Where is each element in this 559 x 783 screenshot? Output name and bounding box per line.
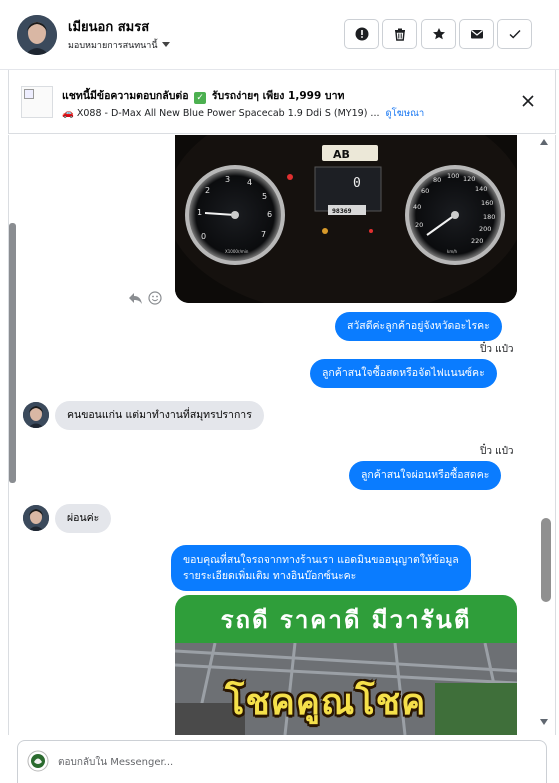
green-check-icon: ✓ (194, 92, 207, 104)
outgoing-message[interactable]: ลูกค้าสนใจซื้อสดหรือจัดไฟแนนซ์คะ (310, 359, 497, 388)
trash-icon (394, 28, 405, 41)
sender-name: ปิ๋ว แป๋ว (480, 446, 514, 457)
svg-text:100: 100 (447, 172, 459, 180)
svg-text:4: 4 (247, 178, 252, 187)
view-ad-link[interactable]: ดูโฆษณา (386, 108, 425, 119)
contact-avatar-small (23, 505, 49, 531)
svg-text:0: 0 (201, 232, 206, 241)
promo-headline: รถดี ราคาดี มีวารันตี (175, 595, 517, 643)
svg-text:120: 120 (463, 175, 475, 183)
scroll-up-arrow[interactable] (540, 139, 548, 145)
svg-text:200: 200 (479, 225, 491, 233)
promo-image-message[interactable]: รถดี ราคาดี มีวารันตี โชคคูณโชค (175, 595, 517, 735)
message-composer (17, 740, 547, 783)
dashboard-photo-message[interactable]: 0 1 2 3 4 5 6 7 X1000r/min 20 40 60 80 100 120 14… (175, 135, 517, 303)
mark-unread-button[interactable] (459, 19, 494, 49)
svg-text:7: 7 (261, 230, 266, 239)
assign-label: มอบหมายการสนทนานี้ (68, 41, 158, 51)
svg-text:3: 3 (225, 175, 230, 184)
ad-title-text: แชทนี้มีข้อความตอบกลับต่อ (62, 90, 189, 102)
dashboard-odometer: 98369 (332, 207, 352, 215)
svg-text:40: 40 (413, 203, 421, 211)
star-button[interactable] (421, 19, 456, 49)
incoming-message[interactable]: ผ่อนค่ะ (55, 504, 112, 533)
emoji-react-icon[interactable] (148, 291, 162, 305)
ad-title-offer: รับรถง่ายๆ เพียง 1,999 บาท (211, 90, 345, 102)
svg-text:180: 180 (483, 213, 495, 221)
outgoing-message[interactable]: ขอบคุณที่สนใจรถจากทางร้านเรา แอดมินขออนุ… (171, 545, 471, 591)
ad-subtitle: 🚗 X088 - D-Max All New Blue Power Spaceca… (62, 106, 424, 121)
outgoing-message[interactable]: ลูกค้าสนใจผ่อนหรือซื้อสดคะ (349, 461, 502, 490)
check-icon (509, 30, 521, 39)
ad-title: แชทนี้มีข้อความตอบกลับต่อ ✓ รับรถง่ายๆ เ… (62, 87, 344, 104)
page-logo-icon (27, 750, 49, 772)
mail-icon (470, 30, 483, 39)
mark-done-button[interactable] (497, 19, 532, 49)
svg-text:5: 5 (262, 192, 267, 201)
incoming-message[interactable]: คนขอนแก่น แต่มาทำงานที่สมุทรปราการ (55, 401, 264, 430)
left-scroll-indicator (9, 223, 16, 483)
ad-context-banner: แชทนี้มีข้อความตอบกลับต่อ ✓ รับรถง่ายๆ เ… (8, 70, 556, 134)
svg-text:km/h: km/h (447, 249, 458, 254)
dashboard-gear: 0 (353, 176, 361, 191)
scroll-down-arrow[interactable] (540, 719, 548, 725)
delete-button[interactable] (382, 19, 417, 49)
svg-text:220: 220 (471, 237, 483, 245)
close-icon[interactable] (521, 94, 535, 108)
svg-text:60: 60 (421, 187, 429, 195)
svg-text:X1000r/min: X1000r/min (225, 249, 249, 254)
outgoing-message[interactable]: สวัสดีค่ะลูกค้าอยู่จังหวัดอะไรคะ (335, 312, 502, 341)
svg-text:2: 2 (205, 186, 210, 195)
svg-text:20: 20 (415, 221, 423, 229)
mark-spam-button[interactable] (344, 19, 379, 49)
ad-thumbnail (21, 86, 53, 118)
sender-name: ปิ๋ว แป๋ว (480, 344, 514, 355)
contact-avatar-small (23, 402, 49, 428)
message-line: ขอบคุณที่สนใจรถจากทางร้านเรา แอดมินขออนุ… (183, 554, 459, 566)
dashboard-plate: AB (333, 148, 350, 161)
message-actions (128, 290, 164, 306)
car-icon: 🚗 (62, 108, 74, 119)
contact-avatar[interactable] (17, 15, 57, 55)
broken-image-icon (24, 89, 34, 99)
scrollbar-thumb[interactable] (541, 518, 551, 602)
conversation-header: เมียนอก สมรส มอบหมายการสนทนานี้ (0, 0, 559, 70)
promo-photo: โชคคูณโชค (175, 643, 517, 735)
star-icon (432, 28, 445, 40)
svg-text:140: 140 (475, 185, 487, 193)
svg-text:80: 80 (433, 176, 441, 184)
assign-conversation-dropdown[interactable]: มอบหมายการสนทนานี้ (68, 38, 170, 52)
promo-shop-name: โชคคูณโชค (225, 682, 427, 723)
message-line: รายระเอียดเพิ่มเติม ทางอินบ๊อกซ์นะคะ (183, 570, 357, 582)
svg-text:1: 1 (197, 208, 202, 217)
svg-text:160: 160 (481, 199, 493, 207)
reply-icon[interactable] (128, 291, 144, 305)
ad-subtitle-text: X088 - D-Max All New Blue Power Spacecab… (76, 108, 380, 119)
reply-input[interactable] (58, 753, 518, 771)
svg-text:6: 6 (267, 210, 272, 219)
contact-name[interactable]: เมียนอก สมรส (68, 16, 149, 37)
caret-down-icon (161, 42, 170, 47)
alert-icon (355, 27, 368, 41)
